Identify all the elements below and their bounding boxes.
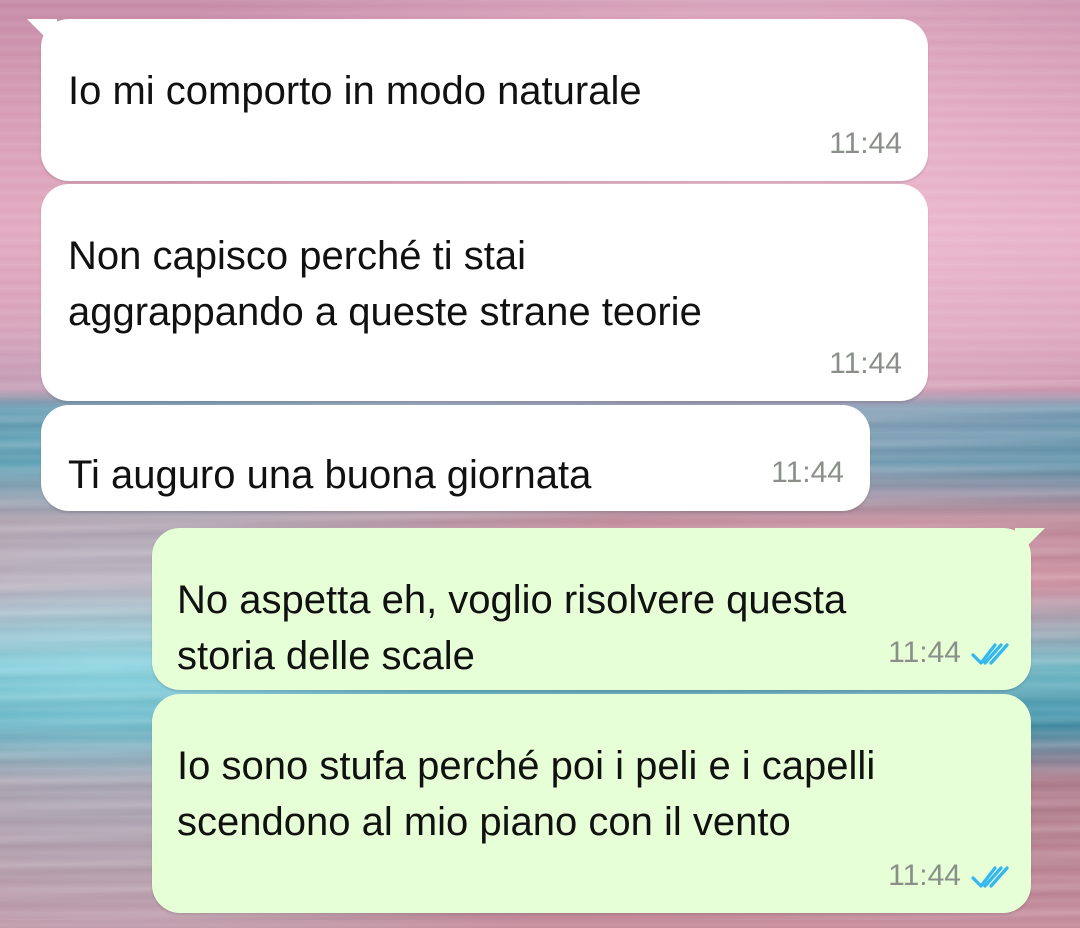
message-meta: 11:44 xyxy=(888,636,1013,670)
incoming-message-bubble[interactable]: Ti auguro una buona giornata 11:44 xyxy=(41,405,870,511)
outgoing-message-bubble[interactable]: Io sono stufa perché poi i peli e i cape… xyxy=(152,694,1031,913)
message-text: No aspetta eh, voglio risolvere questa s… xyxy=(177,578,847,678)
message-text: Io mi comporto in modo naturale xyxy=(68,69,642,113)
message-text: Io sono stufa perché poi i peli e i cape… xyxy=(177,744,876,844)
incoming-message-bubble[interactable]: Non capisco perché ti stai aggrappando a… xyxy=(41,184,928,401)
double-check-icon xyxy=(971,862,1013,890)
bubble-tail xyxy=(27,19,57,49)
message-text: Ti auguro una buona giornata xyxy=(68,453,592,497)
double-check-icon xyxy=(971,639,1013,667)
bubble-tail xyxy=(1015,528,1045,558)
message-time: 11:44 xyxy=(771,456,844,489)
message-meta: 11:44 xyxy=(829,347,902,381)
incoming-message-bubble[interactable]: Io mi comporto in modo naturale 11:44 xyxy=(27,19,928,181)
message-text: Non capisco perché ti stai aggrappando a… xyxy=(68,234,702,334)
outgoing-message-bubble[interactable]: No aspetta eh, voglio risolvere questa s… xyxy=(152,528,1045,690)
message-meta: 11:44 xyxy=(888,859,1013,893)
chat-message-list[interactable]: Io mi comporto in modo naturale 11:44 No… xyxy=(0,0,1080,928)
message-time: 11:44 xyxy=(829,347,902,380)
message-time: 11:44 xyxy=(829,127,902,160)
message-meta: 11:44 xyxy=(771,456,844,490)
message-time: 11:44 xyxy=(888,859,961,892)
message-time: 11:44 xyxy=(888,636,961,669)
message-meta: 11:44 xyxy=(829,127,902,161)
